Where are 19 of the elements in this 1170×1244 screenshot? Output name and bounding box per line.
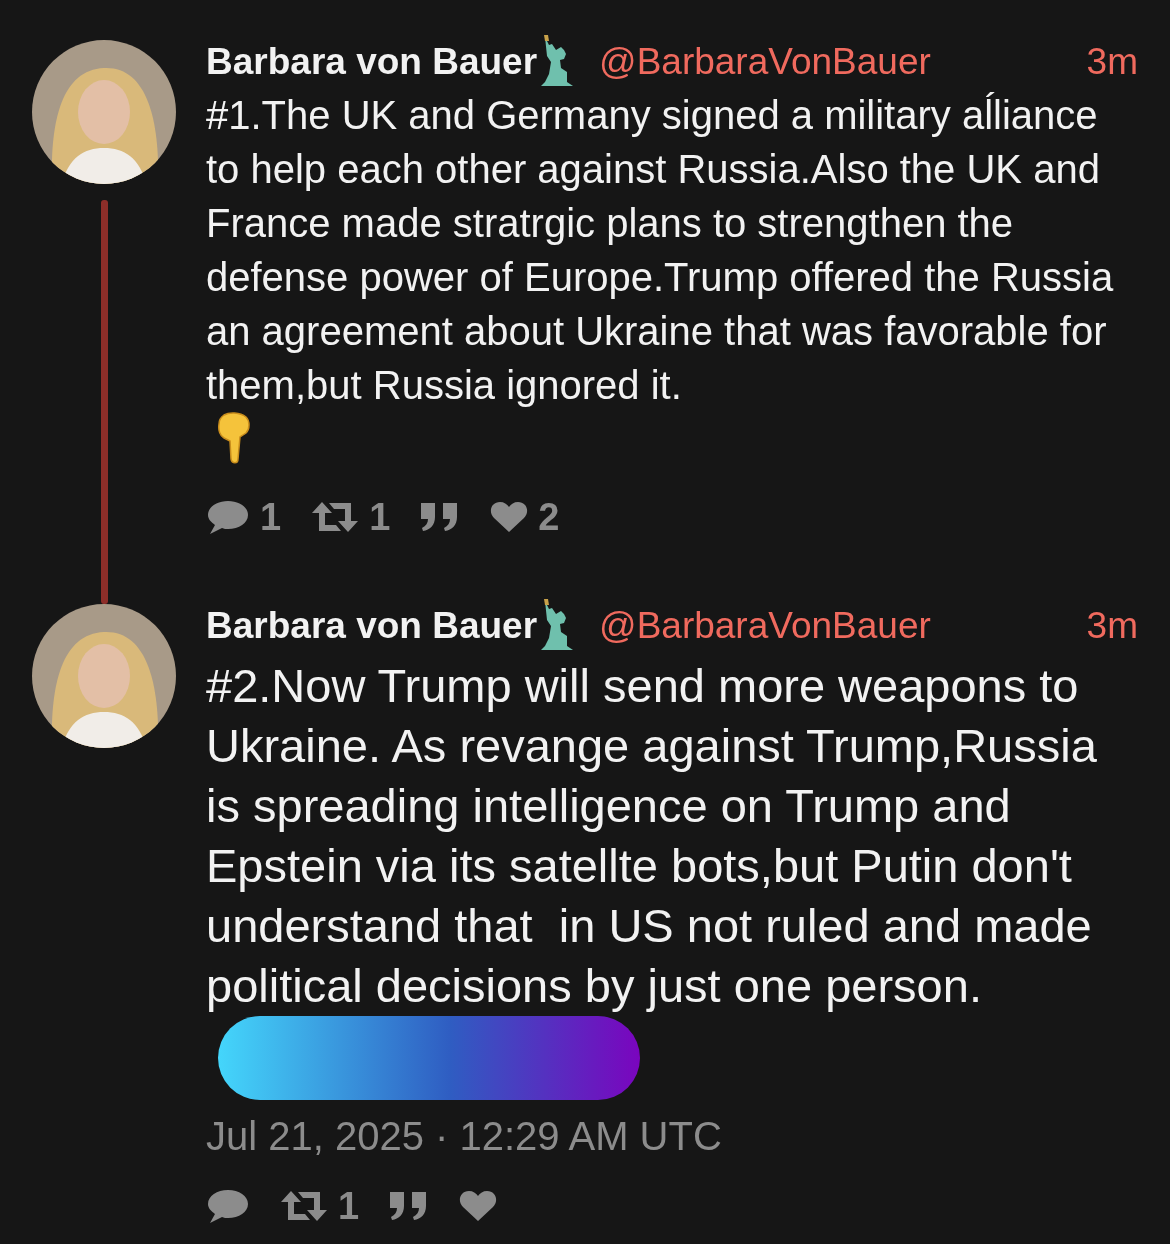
author-name[interactable]: Barbara von Bauer	[206, 41, 538, 83]
retweet-count: 1	[338, 1187, 360, 1225]
heart-icon[interactable]	[459, 1190, 498, 1222]
user-handle[interactable]: @BarbaraVonBauer	[599, 41, 931, 83]
timestamp[interactable]: 3m	[1086, 41, 1138, 83]
reply-icon[interactable]	[206, 499, 250, 535]
heart-icon[interactable]	[490, 501, 529, 533]
post-date: Jul 21, 2025 · 12:29 AM UTC	[206, 1114, 723, 1159]
reply-icon[interactable]	[206, 1188, 250, 1224]
retweet-icon[interactable]	[280, 1190, 328, 1222]
tweet-text: #1.The UK and Germany signed a military aĺliance to help each other against Russia.Also the UK and France made stratrgic plans to strengthen the defense power of Europe.Trump offered the Russia an agreement about Ukraine that was favorable for them,but Russia ignored it.	[206, 91, 1115, 409]
retweet-icon[interactable]	[311, 501, 360, 533]
like-count: 2	[538, 498, 560, 536]
user-handle[interactable]: @BarbaraVonBauer	[599, 605, 931, 647]
timestamp[interactable]: 3m	[1086, 605, 1138, 647]
retweet-count: 1	[369, 498, 391, 536]
reply-count: 1	[260, 498, 282, 536]
tweet-text: #2.Now Trump will send more weapons to Ukraine. As revange against Trump,Russia is spreading intelligence on Trump and Epstein via its satellte bots,but Putin don't understand that in US not ruled and made political decisions by just one person.	[206, 658, 1098, 1014]
author-name[interactable]: Barbara von Bauer	[206, 605, 538, 647]
